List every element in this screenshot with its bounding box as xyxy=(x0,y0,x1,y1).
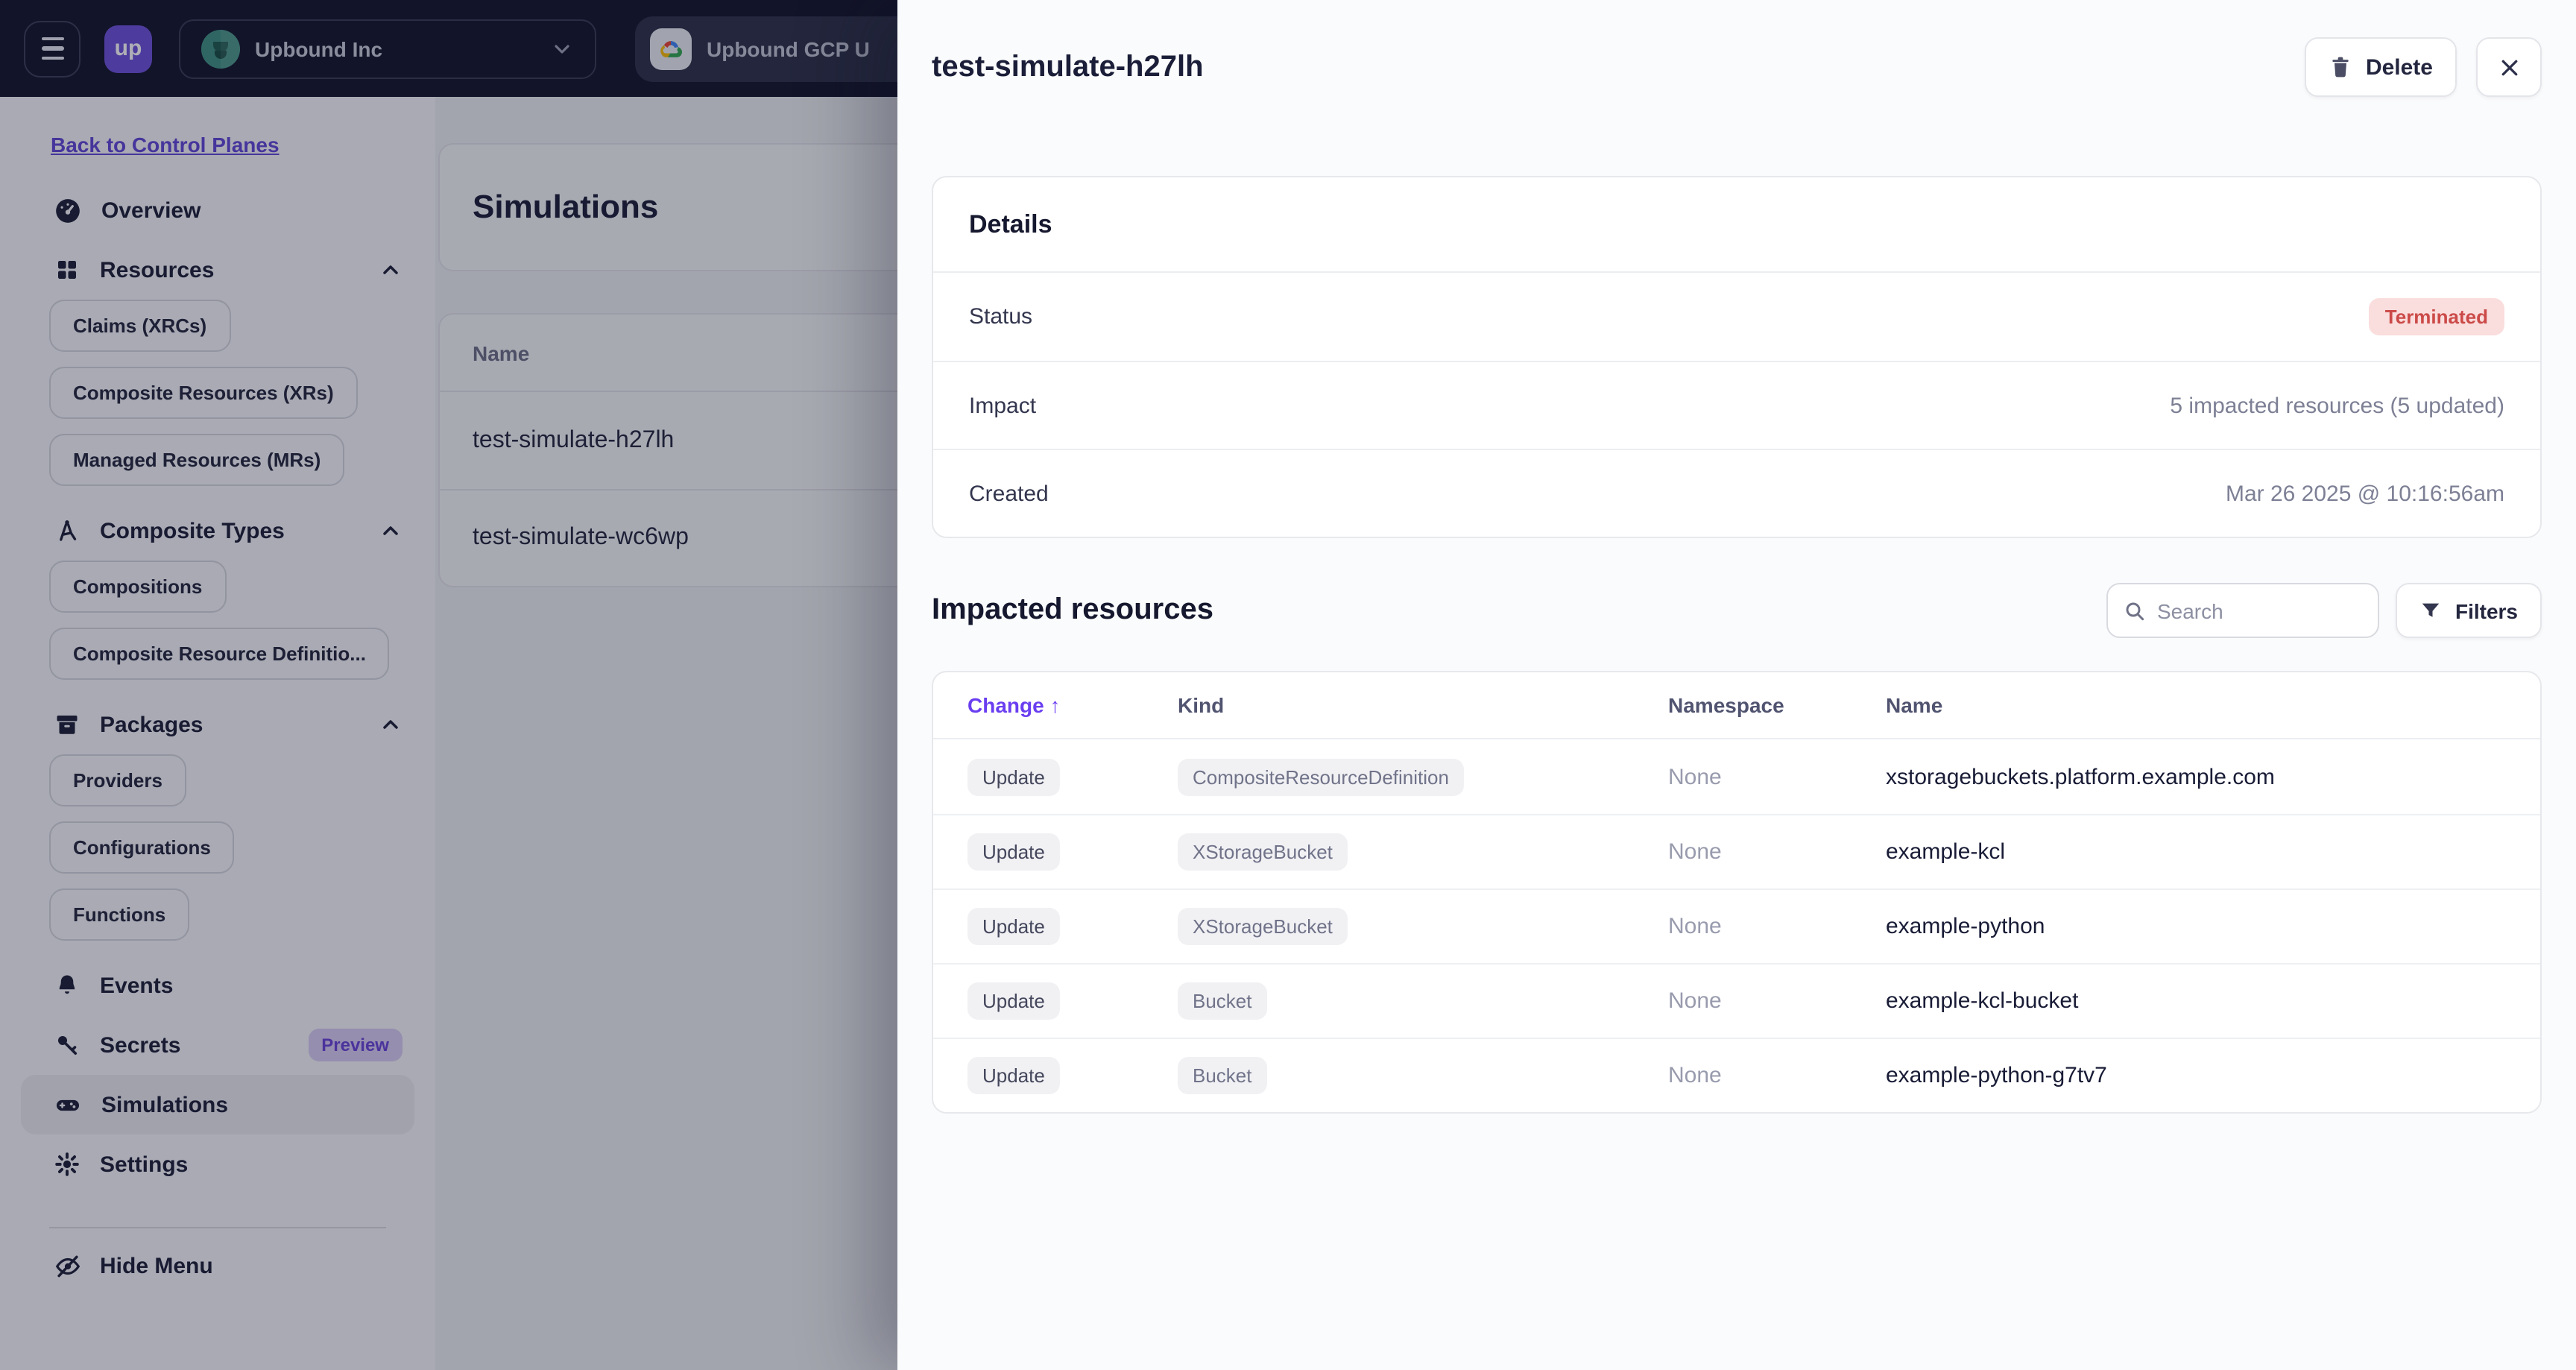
delete-button[interactable]: Delete xyxy=(2304,37,2457,97)
search-icon xyxy=(2123,599,2147,622)
kind-badge: CompositeResourceDefinition xyxy=(1178,758,1464,795)
status-badge: Terminated xyxy=(2368,298,2504,335)
created-label: Created xyxy=(969,481,1049,506)
name-cell: example-python-g7tv7 xyxy=(1886,1063,2107,1088)
table-row[interactable]: Update Bucket None example-python-g7tv7 xyxy=(933,1038,2540,1112)
simulation-detail-panel: test-simulate-h27lh Delete Details Statu… xyxy=(897,0,2576,1370)
created-value: Mar 26 2025 @ 10:16:56am xyxy=(2225,481,2504,506)
change-badge: Update xyxy=(967,982,1060,1020)
search-input[interactable] xyxy=(2156,599,2363,622)
kind-badge: Bucket xyxy=(1178,1057,1267,1094)
filters-button-label: Filters xyxy=(2455,599,2518,622)
kind-badge: XStorageBucket xyxy=(1178,908,1348,945)
impact-label: Impact xyxy=(969,393,1037,418)
namespace-cell: None xyxy=(1668,764,1722,789)
search-box xyxy=(2106,583,2379,638)
impact-value: 5 impacted resources (5 updated) xyxy=(2170,393,2504,418)
name-cell: example-python xyxy=(1886,914,2045,939)
impacted-resources-tools: Filters xyxy=(2106,583,2542,638)
created-row: Created Mar 26 2025 @ 10:16:56am xyxy=(933,449,2540,537)
trash-icon xyxy=(2329,55,2352,79)
change-badge: Update xyxy=(967,833,1060,871)
details-card: Details Status Terminated Impact 5 impac… xyxy=(932,176,2542,538)
change-badge: Update xyxy=(967,908,1060,945)
name-cell: example-kcl xyxy=(1886,839,2006,865)
change-badge: Update xyxy=(967,1057,1060,1094)
impacted-resources-title: Impacted resources xyxy=(932,593,1213,626)
filters-button[interactable]: Filters xyxy=(2395,583,2542,638)
close-icon xyxy=(2498,56,2520,78)
name-cell: example-kcl-bucket xyxy=(1886,988,2079,1014)
delete-button-label: Delete xyxy=(2365,54,2433,80)
namespace-cell: None xyxy=(1668,1063,1722,1088)
close-button[interactable] xyxy=(2476,37,2542,97)
namespace-cell: None xyxy=(1668,839,1722,865)
table-row[interactable]: Update Bucket None example-kcl-bucket xyxy=(933,963,2540,1038)
status-label: Status xyxy=(969,304,1033,329)
kind-badge: XStorageBucket xyxy=(1178,833,1348,871)
column-header-change[interactable]: Change ↑ xyxy=(967,693,1178,717)
impacted-resources-header: Impacted resources Filters xyxy=(932,583,2542,638)
column-header-name[interactable]: Name xyxy=(1886,693,2506,717)
panel-actions: Delete xyxy=(2304,37,2542,97)
change-badge: Update xyxy=(967,758,1060,795)
column-header-kind[interactable]: Kind xyxy=(1178,693,1668,717)
panel-title: test-simulate-h27lh xyxy=(932,50,1204,83)
table-row[interactable]: Update XStorageBucket None example-pytho… xyxy=(933,888,2540,963)
namespace-cell: None xyxy=(1668,988,1722,1014)
impacted-table-header: Change ↑ Kind Namespace Name xyxy=(933,672,2540,739)
impact-row: Impact 5 impacted resources (5 updated) xyxy=(933,361,2540,449)
name-cell: xstoragebuckets.platform.example.com xyxy=(1886,764,2275,789)
table-row[interactable]: Update XStorageBucket None example-kcl xyxy=(933,814,2540,888)
impacted-resources-table: Change ↑ Kind Namespace Name Update Comp… xyxy=(932,671,2542,1114)
upbound-console: up Upbound Inc Upbound GCP U Back to Con… xyxy=(0,0,2576,1370)
kind-badge: Bucket xyxy=(1178,982,1267,1020)
panel-header: test-simulate-h27lh Delete xyxy=(897,0,2576,134)
details-heading: Details xyxy=(933,177,2540,273)
table-row[interactable]: Update CompositeResourceDefinition None … xyxy=(933,739,2540,814)
column-header-namespace[interactable]: Namespace xyxy=(1668,693,1886,717)
filter-funnel-icon xyxy=(2419,599,2442,622)
status-row: Status Terminated xyxy=(933,273,2540,361)
namespace-cell: None xyxy=(1668,914,1722,939)
sort-asc-icon: ↑ xyxy=(1049,693,1061,717)
